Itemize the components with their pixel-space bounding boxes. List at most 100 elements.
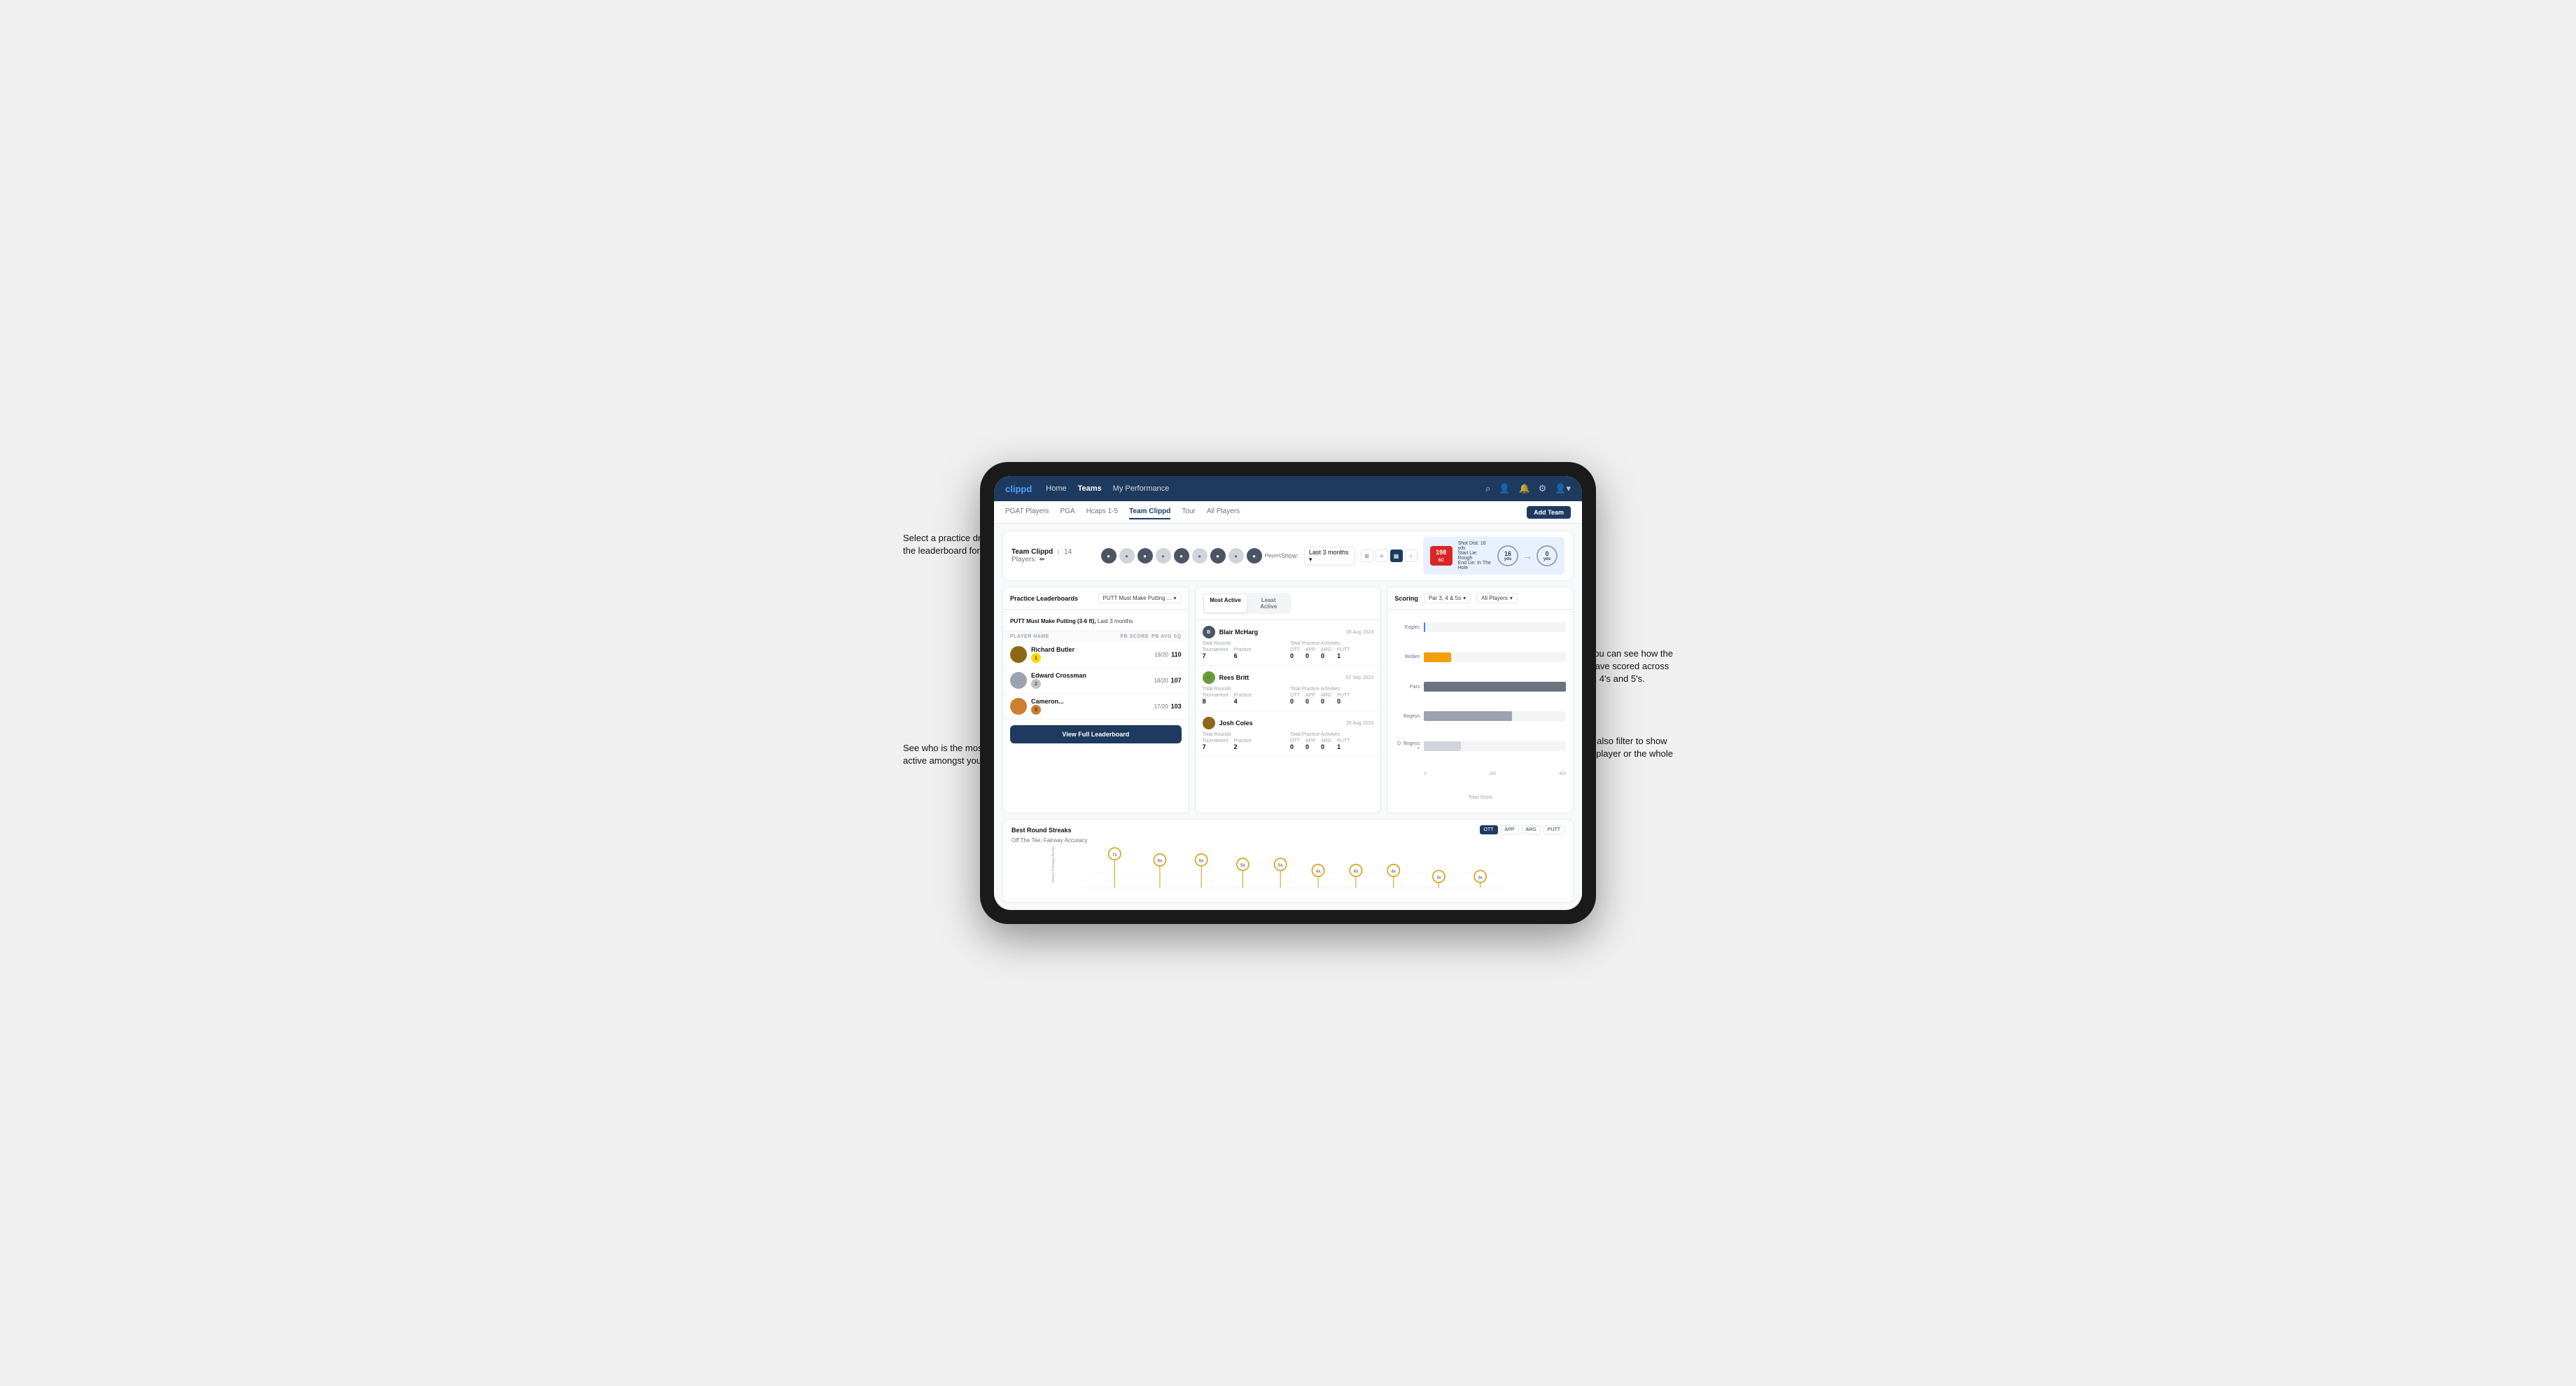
- practice-activity-cols-2: OTT 0 APP 0 ARG: [1290, 693, 1373, 705]
- player-name-wrap-2: Edward Crossman 2: [1031, 672, 1086, 689]
- svg-text:4x: 4x: [1316, 869, 1322, 874]
- bar-label-pars: Pars: [1394, 685, 1420, 690]
- streaks-header: Best Round Streaks OTT APP ARG PUTT: [1011, 825, 1564, 834]
- filter-putt[interactable]: PUTT: [1544, 825, 1564, 834]
- nav-teams[interactable]: Teams: [1078, 482, 1102, 496]
- bell-icon[interactable]: 🔔: [1518, 483, 1530, 494]
- avatar-1: ●: [1101, 548, 1116, 564]
- leaderboard-sub-header: PUTT Must Make Putting (3-6 ft), Last 3 …: [1003, 610, 1189, 631]
- activity-date-1: 26 Aug 2023: [1346, 630, 1373, 635]
- subnav-hcaps[interactable]: Hcaps 1-5: [1086, 505, 1119, 519]
- leaderboard-dropdown[interactable]: PUTT Must Make Putting ... ▾: [1098, 593, 1182, 603]
- svg-text:5x: 5x: [1240, 863, 1246, 868]
- filter-app[interactable]: APP: [1501, 825, 1519, 834]
- shot-badge: 198 SC: [1430, 546, 1452, 566]
- avatar-8: ●: [1228, 548, 1244, 564]
- filter-arg[interactable]: ARG: [1522, 825, 1541, 834]
- grid-view-icon[interactable]: ⊞: [1361, 550, 1373, 562]
- player-badge-gold-1: 1: [1031, 653, 1041, 663]
- practice-col-3: Practice 2: [1234, 738, 1252, 750]
- player-name-wrap-1: Richard Butler 1: [1031, 646, 1074, 663]
- scoring-par-filter[interactable]: Par 3, 4 & 5s ▾: [1424, 593, 1471, 603]
- total-rounds-group-3: Total Rounds Tournament 7 Practice: [1203, 732, 1286, 750]
- view-icons: ⊞ ≡ ▦ ↕: [1361, 550, 1418, 562]
- most-active-tab[interactable]: Most Active: [1204, 594, 1247, 612]
- player-score-2: 18/20: [1154, 678, 1168, 684]
- card-view-icon[interactable]: ▦: [1390, 550, 1403, 562]
- team-right: Show: Last 3 months ▾ ⊞ ≡ ▦ ↕: [1281, 537, 1564, 575]
- leaderboard-subtitle: PUTT Must Make Putting (3-6 ft), Last 3 …: [1010, 618, 1133, 624]
- scoring-player-filter[interactable]: All Players ▾: [1476, 593, 1518, 603]
- col-score: PB SCORE: [1120, 634, 1149, 639]
- avatar-icon[interactable]: 👤▾: [1555, 483, 1571, 494]
- svg-text:3x: 3x: [1478, 875, 1483, 880]
- sort-icon[interactable]: ↕: [1405, 550, 1418, 562]
- add-team-button[interactable]: Add Team: [1527, 506, 1571, 519]
- leaderboard-title: Practice Leaderboards: [1010, 595, 1078, 602]
- arg-col-2: ARG 0: [1321, 693, 1331, 705]
- nav-performance[interactable]: My Performance: [1113, 482, 1170, 496]
- bar-value-pars: 499: [1573, 685, 1574, 690]
- bar-fill-pars: [1424, 682, 1565, 692]
- activity-player-name-3: J Josh Coles: [1203, 717, 1253, 729]
- activity-stats-2: Total Rounds Tournament 8 Practice: [1203, 687, 1374, 705]
- rounds-cols-1: Tournament 7 Practice 6: [1203, 648, 1286, 659]
- avatar-6: ●: [1192, 548, 1208, 564]
- total-practice-group-3: Total Practice Activities OTT 0 APP: [1290, 732, 1373, 750]
- activity-date-3: 26 Aug 2023: [1346, 721, 1373, 726]
- col-player-name: PLAYER NAME: [1010, 634, 1117, 639]
- list-view-icon[interactable]: ≡: [1376, 550, 1388, 562]
- avatar-3: ●: [1138, 548, 1153, 564]
- bar-label-bogeys: Bogeys: [1394, 714, 1420, 719]
- bar-track-double: 131: [1424, 741, 1566, 751]
- least-active-tab[interactable]: Least Active: [1247, 594, 1290, 612]
- search-icon[interactable]: ⌕: [1485, 483, 1490, 494]
- streaks-title: Best Round Streaks: [1011, 827, 1072, 834]
- view-leaderboard-button[interactable]: View Full Leaderboard: [1010, 725, 1182, 743]
- nav-home[interactable]: Home: [1046, 482, 1066, 496]
- table-row: Richard Butler 1 19/20 110: [1003, 642, 1189, 668]
- avatar-5: ●: [1174, 548, 1189, 564]
- svg-text:6x: 6x: [1158, 859, 1163, 864]
- total-rounds-group-2: Total Rounds Tournament 8 Practice: [1203, 687, 1286, 705]
- activity-row-3: J Josh Coles 26 Aug 2023 Total Rounds: [1196, 711, 1381, 757]
- bar-row-eagles: Eagles 3: [1394, 622, 1566, 632]
- player-score-3: 17/20: [1154, 704, 1168, 710]
- streaks-filters: OTT APP ARG PUTT: [1480, 825, 1564, 834]
- svg-text:5x: 5x: [1278, 863, 1284, 868]
- filter-ott[interactable]: OTT: [1480, 825, 1498, 834]
- putt-col-1: PUTT 1: [1337, 648, 1350, 659]
- bar-fill-birdies: [1424, 652, 1451, 662]
- nav-logo: clippd: [1005, 484, 1032, 494]
- people-icon[interactable]: 👤: [1499, 483, 1510, 494]
- bar-label-double: D. Bogeys +: [1394, 741, 1420, 751]
- players-label: Players: [1265, 554, 1281, 559]
- tablet-screen: clippd Home Teams My Performance ⌕ 👤 🔔 ⚙…: [994, 476, 1582, 910]
- practice-activity-cols-3: OTT 0 APP 0 ARG: [1290, 738, 1373, 750]
- shot-circle-1: 16 yds: [1497, 545, 1518, 566]
- show-period-select[interactable]: Last 3 months ▾: [1304, 547, 1355, 566]
- activity-row-2: R Rees Britt 02 Sep 2023 Total Rounds: [1196, 666, 1381, 711]
- content-area: Team Clippd | 14 Players ✏ ● ● ● ● ● ●: [994, 524, 1582, 910]
- subnav-all-players[interactable]: All Players: [1207, 505, 1240, 519]
- practice-col-2: Practice 4: [1234, 693, 1252, 705]
- practice-leaderboards-card: Practice Leaderboards PUTT Must Make Put…: [1002, 587, 1189, 813]
- tournament-col-3: Tournament 7: [1203, 738, 1228, 750]
- bar-value-double: 131: [1573, 743, 1574, 748]
- subnav-pgat[interactable]: PGAT Players: [1005, 505, 1049, 519]
- arg-col-3: ARG 0: [1321, 738, 1331, 750]
- player-info-1: Richard Butler 1: [1010, 646, 1152, 663]
- activity-avatar-3: J: [1203, 717, 1215, 729]
- putt-col-3: PUTT 1: [1337, 738, 1350, 750]
- streak-chart: Holes, Fairway Accuracy 7x: [1011, 846, 1564, 895]
- settings-icon[interactable]: ⚙: [1539, 483, 1547, 494]
- app-col-3: APP 0: [1306, 738, 1315, 750]
- subnav-team-clippd[interactable]: Team Clippd: [1129, 505, 1170, 519]
- activity-player-name-1: B Blair McHarg: [1203, 626, 1259, 638]
- activity-stats-1: Total Rounds Tournament 7 Practice: [1203, 641, 1374, 659]
- subnav-pga[interactable]: PGA: [1060, 505, 1074, 519]
- subnav-tour[interactable]: Tour: [1182, 505, 1195, 519]
- bar-label-birdies: Birdies: [1394, 654, 1420, 659]
- activity-player-name-2: R Rees Britt: [1203, 671, 1250, 684]
- scoring-header-inner: Scoring Par 3, 4 & 5s ▾ All Players ▾: [1394, 593, 1518, 603]
